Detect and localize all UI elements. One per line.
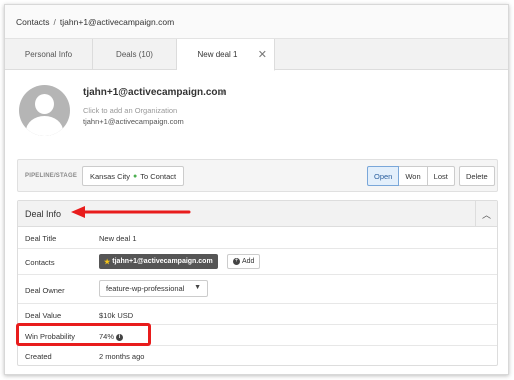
pipeline-name: Kansas City: [90, 171, 131, 181]
deal-info-title: Deal Info: [25, 209, 62, 219]
avatar-head-shape: [35, 94, 54, 114]
tab-bar: Personal Info Deals (10) New deal 1 ✕: [5, 39, 508, 71]
row-label: Deal Owner: [25, 286, 65, 295]
deal-value-value[interactable]: $10k USD: [99, 311, 133, 320]
open-button[interactable]: Open: [367, 166, 400, 186]
deal-value-row: Deal Value $10k USD: [18, 304, 497, 325]
avatar: [19, 85, 70, 136]
star-icon: ★: [104, 258, 111, 266]
add-organization-link[interactable]: Click to add an Organization: [83, 106, 177, 115]
deal-owner-select[interactable]: feature-wp-professional ▼: [99, 280, 208, 297]
tab-new-deal[interactable]: New deal 1 ✕: [177, 39, 275, 71]
breadcrumb-current: tjahn+1@activecampaign.com: [59, 16, 175, 27]
won-button[interactable]: Won: [398, 166, 428, 186]
pipeline-stage-bar: PIPELINE/STAGE Kansas City ● To Contact …: [17, 159, 498, 192]
breadcrumb-separator: /: [53, 16, 56, 27]
status-button-group: Open Won Lost: [367, 166, 455, 186]
lost-button[interactable]: Lost: [426, 166, 455, 186]
tab-label: Deals (10): [116, 50, 153, 59]
pipeline-stage-button[interactable]: Kansas City ● To Contact: [82, 166, 185, 186]
stage-name: To Contact: [140, 171, 177, 181]
caret-down-icon: ▼: [194, 284, 201, 291]
deal-title-row: Deal Title New deal 1: [18, 227, 497, 249]
row-label: Deal Value: [25, 311, 62, 320]
pipeline-stage-label: PIPELINE/STAGE: [25, 173, 78, 179]
delete-button[interactable]: Delete: [459, 166, 495, 186]
annotation-highlight-box: [16, 323, 151, 346]
deal-owner-value: feature-wp-professional: [106, 284, 185, 293]
tab-deals[interactable]: Deals (10): [93, 39, 177, 70]
window-frame: Contacts / tjahn+1@activecampaign.com Pe…: [4, 4, 509, 375]
tab-label: New deal 1: [197, 50, 238, 59]
breadcrumb-contacts-link[interactable]: Contacts: [16, 17, 50, 27]
contact-email: tjahn+1@activecampaign.com: [83, 117, 184, 126]
contact-name: tjahn+1@activecampaign.com: [83, 87, 227, 98]
contact-chip-label: tjahn+1@activecampaign.com: [112, 258, 213, 265]
contact-chip[interactable]: ★ tjahn+1@activecampaign.com: [99, 254, 218, 269]
row-label: Created: [25, 352, 52, 361]
add-label: Add: [242, 258, 255, 265]
created-row: Created 2 months ago: [18, 346, 497, 366]
add-contact-button[interactable]: + Add: [227, 254, 261, 269]
breadcrumb: Contacts / tjahn+1@activecampaign.com: [5, 5, 508, 39]
annotation-arrow: [71, 206, 191, 218]
contacts-row: Contacts ★ tjahn+1@activecampaign.com + …: [18, 249, 497, 275]
tab-label: Personal Info: [24, 50, 73, 59]
chevron-up-icon[interactable]: ︿: [475, 201, 497, 227]
row-label: Contacts: [25, 258, 55, 267]
stage-dot-icon: ●: [133, 172, 138, 180]
deal-owner-row: Deal Owner feature-wp-professional ▼: [18, 275, 497, 304]
row-label: Deal Title: [25, 234, 57, 243]
close-icon[interactable]: ✕: [258, 48, 267, 61]
avatar-body-shape: [26, 116, 63, 136]
plus-icon: +: [233, 258, 240, 265]
gear-icon[interactable]: ⚙: [218, 88, 225, 97]
tab-personal-info[interactable]: Personal Info: [5, 39, 93, 70]
created-value: 2 months ago: [99, 352, 145, 361]
deal-title-value[interactable]: New deal 1: [99, 234, 137, 243]
